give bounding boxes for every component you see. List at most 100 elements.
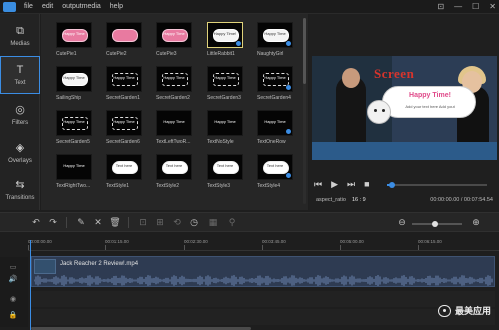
- menu-file[interactable]: file: [24, 2, 33, 12]
- track-mute-icon[interactable]: 🔊: [6, 275, 20, 283]
- progress-knob[interactable]: [389, 182, 395, 188]
- add-icon[interactable]: [286, 129, 291, 134]
- text-template-thumbnail[interactable]: Happy Time: [56, 66, 92, 92]
- timecode: 00:00:00.00 / 00:07:54.54: [430, 197, 493, 203]
- template-preview-text: Happy Time: [163, 75, 185, 80]
- video-clip[interactable]: Jack Reacher 2 Review!.mp4: [31, 256, 495, 287]
- template-preview-text: Happy Time: [63, 163, 85, 168]
- track-visibility-icon[interactable]: ◉: [6, 295, 20, 303]
- sidebar-item-label: Text: [14, 80, 26, 86]
- text-template-label: TextStyle4: [257, 183, 281, 189]
- preview-video[interactable]: Screen Happy Time! Add your text here Ad…: [312, 56, 497, 160]
- time-ruler[interactable]: 00:00:00.00 00:01:15.00 00:02:30.00 00:0…: [28, 239, 499, 251]
- library-scrollbar[interactable]: [303, 18, 306, 204]
- add-icon[interactable]: [236, 41, 241, 46]
- template-preview-text: Happy Time: [113, 119, 135, 124]
- text-template-thumbnail[interactable]: Happy Time!: [207, 22, 243, 48]
- text-template-thumbnail[interactable]: Happy Time: [257, 110, 293, 136]
- text-template-thumbnail[interactable]: Happy Time: [156, 110, 192, 136]
- menu-outputmedia[interactable]: outputmedia: [62, 2, 101, 12]
- zoom-in-icon[interactable]: ⊕: [470, 216, 482, 228]
- redo-icon[interactable]: ↷: [47, 216, 59, 228]
- add-icon[interactable]: [286, 85, 291, 90]
- sidebar-item-transitions[interactable]: ⇆ Transitions: [0, 172, 40, 210]
- template-preview-text: Happy Time: [264, 119, 286, 124]
- rotate-icon[interactable]: ⟲: [171, 216, 183, 228]
- text-template-thumbnail[interactable]: Text here: [156, 154, 192, 180]
- mascot-eye: [382, 109, 385, 112]
- screenshot-icon[interactable]: ⊡: [437, 1, 444, 13]
- crop-icon[interactable]: ⊡: [137, 216, 149, 228]
- text-template-thumbnail[interactable]: Happy Time: [56, 110, 92, 136]
- app-logo-icon: [3, 2, 16, 12]
- add-icon[interactable]: [286, 41, 291, 46]
- text-template-thumbnail[interactable]: Happy Time: [156, 22, 192, 48]
- split-icon[interactable]: ⊞: [154, 216, 166, 228]
- menu-help[interactable]: help: [110, 2, 123, 12]
- track-controls: ▭ 🔊 ◉ 🔒: [0, 257, 28, 327]
- stop-icon[interactable]: ■: [364, 178, 369, 190]
- text-template-thumbnail[interactable]: Text here: [106, 154, 142, 180]
- sidebar-item-medias[interactable]: ⧉ Medias: [0, 18, 40, 56]
- sidebar-item-label: Overlays: [8, 158, 32, 164]
- sidebar-item-text[interactable]: T Text: [0, 56, 40, 94]
- text-template-thumbnail[interactable]: Happy Time: [257, 22, 293, 48]
- speed-icon[interactable]: ⚲: [226, 216, 238, 228]
- text-icon: T: [16, 64, 24, 76]
- close-button[interactable]: ✕: [489, 1, 496, 13]
- menu-edit[interactable]: edit: [42, 2, 53, 12]
- maximize-button[interactable]: ☐: [472, 1, 479, 13]
- trash-icon[interactable]: 🗑: [109, 216, 121, 228]
- text-template-label: CutePie2: [106, 51, 127, 57]
- duration-clock-icon[interactable]: ◷: [188, 216, 200, 228]
- play-icon[interactable]: ▶: [331, 178, 338, 190]
- text-template-label: SecretGarden6: [106, 139, 140, 145]
- track-visibility-icon[interactable]: ▭: [6, 263, 20, 271]
- add-icon[interactable]: [286, 173, 291, 178]
- template-preview-text: Text here: [266, 163, 284, 168]
- preview-person-left-face: [342, 68, 360, 88]
- text-template-thumbnail[interactable]: Happy Time: [106, 66, 142, 92]
- text-template-thumbnail[interactable]: Happy Time: [257, 66, 293, 92]
- undo-icon[interactable]: ↶: [30, 216, 42, 228]
- aspect-ratio-value[interactable]: 16 : 9: [352, 197, 366, 203]
- sidebar-item-overlays[interactable]: ◈ Overlays: [0, 135, 40, 173]
- track-lock-icon[interactable]: 🔒: [6, 311, 20, 319]
- text-template-label: TextStyle1: [106, 183, 130, 189]
- text-template-thumbnail[interactable]: [106, 22, 142, 48]
- text-template-thumbnail[interactable]: Happy Time: [56, 22, 92, 48]
- ruler-tick: 00:02:30.00: [184, 239, 208, 250]
- overlay-track[interactable]: [31, 291, 495, 307]
- text-template-thumbnail[interactable]: Happy Time: [56, 154, 92, 180]
- playhead[interactable]: [30, 240, 31, 330]
- text-template-label: SecretGarden3: [207, 95, 241, 101]
- text-template-thumbnail[interactable]: Happy Time: [156, 66, 192, 92]
- text-template-label: CutePie3: [156, 51, 177, 57]
- zoom-slider[interactable]: [412, 221, 462, 227]
- minimize-button[interactable]: —: [454, 1, 462, 13]
- template-preview-text: Happy Time: [63, 31, 85, 36]
- mosaic-icon[interactable]: ▦: [207, 216, 219, 228]
- text-template-thumbnail[interactable]: Text here: [257, 154, 293, 180]
- audio-track[interactable]: [31, 309, 495, 325]
- text-template-thumbnail[interactable]: Happy Time: [207, 110, 243, 136]
- text-template-thumbnail[interactable]: Happy Time: [207, 66, 243, 92]
- sidebar-item-filters[interactable]: ◎ Filters: [0, 97, 40, 135]
- template-preview-text: Happy Time: [214, 75, 236, 80]
- ruler-tick: 00:06:15.00: [418, 239, 442, 250]
- library-scroll-thumb[interactable]: [303, 18, 306, 84]
- delete-icon[interactable]: ✕: [92, 216, 104, 228]
- template-preview-text: Text here: [115, 163, 133, 168]
- edit-pencil-icon[interactable]: ✎: [75, 216, 87, 228]
- text-overlay-bubble[interactable]: Happy Time! Add your text here Add yout: [382, 86, 476, 118]
- playback-progress-slider[interactable]: [387, 182, 487, 188]
- skip-forward-icon[interactable]: ⏭: [347, 178, 355, 190]
- text-template-thumbnail[interactable]: Happy Time: [106, 110, 142, 136]
- transport-controls: ⏮ ▶ ⏭ ■: [314, 178, 370, 190]
- skip-back-icon[interactable]: ⏮: [314, 178, 322, 190]
- template-preview-text: Text here: [165, 163, 183, 168]
- zoom-knob[interactable]: [431, 221, 438, 227]
- text-template-thumbnail[interactable]: Text here: [207, 154, 243, 180]
- window-controls: ⊡ — ☐ ✕: [437, 1, 496, 13]
- zoom-out-icon[interactable]: ⊖: [396, 216, 408, 228]
